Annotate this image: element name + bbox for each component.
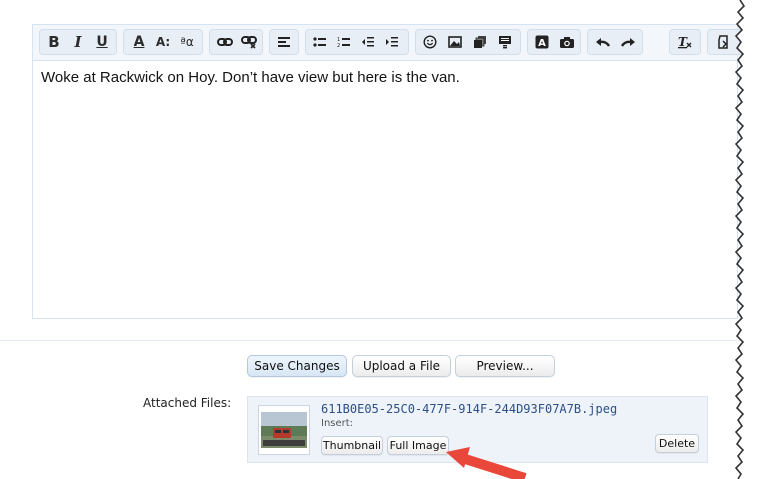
undo-icon[interactable] [592,30,614,54]
outdent-icon[interactable] [357,30,379,54]
toolbar-group-history [587,29,643,55]
smiley-icon[interactable] [419,30,441,54]
numbered-list-icon[interactable]: 12 [333,30,355,54]
save-changes-button[interactable]: Save Changes [247,355,347,377]
toolbar-group-insert [415,29,521,55]
toolbar-group-lists: 12 [305,29,409,55]
underline-icon[interactable]: U [91,30,113,54]
toolbar-group-code: A [527,29,581,55]
toolbar-group-link [209,29,263,55]
rich-text-editor: B I U A A: ªα 1 2 A T Woke at Rackwick o… [32,24,747,319]
media-icon[interactable] [469,30,491,54]
delete-attachment-button[interactable]: Delete [655,434,699,453]
insert-thumbnail-button[interactable]: Thumbnail [321,436,383,455]
attachment-filename-link[interactable]: 611B0E05-25C0-477F-914F-244D93F07A7B.jpe… [321,402,617,416]
font-color-icon[interactable]: A [128,30,150,54]
quote-icon[interactable] [494,30,516,54]
font-family-icon[interactable]: ªα [176,30,198,54]
attachment-thumbnail[interactable] [258,405,310,455]
toolbar-group-align [269,29,299,55]
preview-button[interactable]: Preview... [455,355,555,377]
align-left-icon[interactable] [273,30,295,54]
attached-files-label: Attached Files: [143,396,232,410]
toggle-bbcode-icon[interactable] [712,30,734,54]
indent-icon[interactable] [381,30,403,54]
code-icon[interactable]: A [531,30,553,54]
bullet-list-icon[interactable] [309,30,331,54]
unlink-icon[interactable] [238,30,260,54]
clear-formatting-icon[interactable]: T [674,30,696,54]
toolbar-group-text-style: B I U [39,29,117,55]
font-size-icon[interactable]: A: [152,30,174,54]
svg-text:2: 2 [337,43,340,48]
upload-file-button[interactable]: Upload a File [352,355,451,377]
torn-edge [734,0,758,479]
camera-icon[interactable] [556,30,578,54]
svg-text:T: T [678,35,688,49]
toolbar-group-font: A A: ªα [123,29,203,55]
image-icon[interactable] [444,30,466,54]
annotation-arrow [446,447,527,479]
link-icon[interactable] [214,30,236,54]
editor-toolbar: B I U A A: ªα 1 2 A T [33,25,747,61]
insert-label: Insert: [321,418,354,429]
editor-content[interactable]: Woke at Rackwick on Hoy. Don’t have view… [41,69,460,86]
italic-icon[interactable]: I [67,30,89,54]
section-divider [0,340,740,341]
toolbar-group-clear: T [669,29,701,55]
post-edit-page: B I U A A: ªα 1 2 A T Woke at Rackwick o… [0,0,758,479]
bold-icon[interactable]: B [43,30,65,54]
redo-icon[interactable] [617,30,639,54]
svg-text:A: A [538,38,546,49]
